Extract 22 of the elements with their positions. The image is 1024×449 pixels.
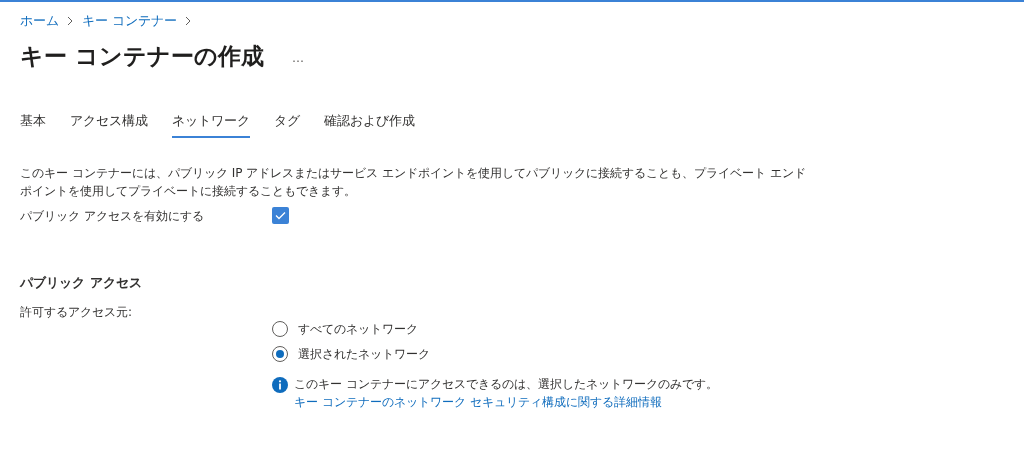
chevron-right-icon [185, 15, 193, 26]
breadcrumb-link[interactable]: キー コンテナー [82, 11, 178, 31]
checkmark-icon [275, 211, 286, 220]
tab[interactable]: ネットワーク [172, 111, 250, 138]
description-text: このキー コンテナーには、パブリック IP アドレスまたはサービス エンドポイントを使用してパブリックに接続することも、プライベート エンドポイントを使用してプライベートに接続することもできます。 [20, 164, 807, 200]
tab[interactable]: 基本 [20, 111, 46, 138]
field-label: パブリック アクセスを有効にする [20, 207, 205, 225]
info-icon [272, 377, 288, 393]
radio-option[interactable]: 選択されたネットワーク [272, 341, 762, 366]
info-text: このキー コンテナーにアクセスできるのは、選択したネットワークのみです。 キー コンテナーのネットワーク セキュリティ構成に関する詳細情報 [294, 376, 719, 411]
checkbox[interactable] [272, 207, 289, 224]
radio-option[interactable]: すべてのネットワーク [272, 316, 762, 341]
section-heading: パブリック アクセス [20, 273, 143, 292]
page-title: キー コンテナーの作成 [20, 41, 264, 71]
tab[interactable]: タグ [274, 111, 300, 138]
learn-more-link[interactable]: キー コンテナーのネットワーク セキュリティ構成に関する詳細情報 [294, 395, 662, 409]
tab[interactable]: アクセス構成 [70, 111, 148, 138]
tab[interactable]: 確認および作成 [324, 111, 415, 138]
chevron-right-icon [67, 15, 74, 26]
field-label: 許可するアクセス元: [20, 304, 134, 321]
breadcrumb-link[interactable]: ホーム [20, 11, 59, 31]
more-button[interactable]: … [292, 44, 304, 67]
